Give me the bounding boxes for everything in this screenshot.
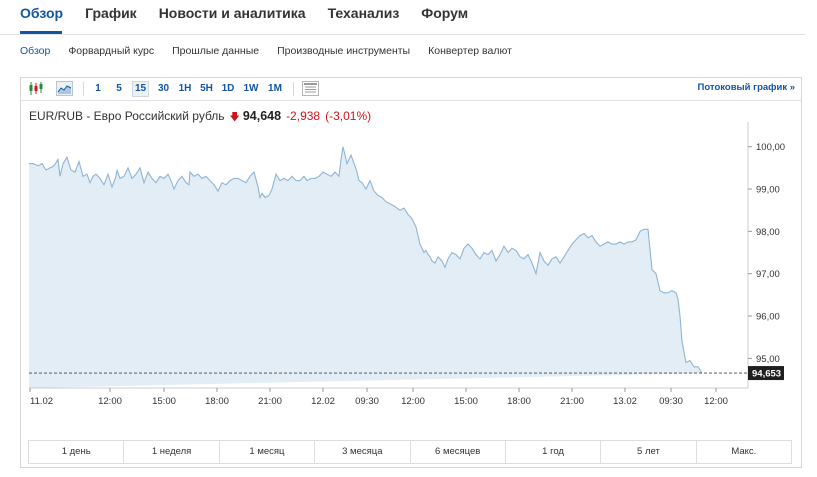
y-tick-label: 97,00: [756, 269, 780, 280]
range-1-day[interactable]: 1 день: [29, 441, 125, 463]
range-max[interactable]: Макс.: [697, 441, 791, 463]
x-tick-label: 11.02: [30, 396, 53, 407]
x-tick-label: 15:00: [454, 396, 478, 407]
range-6-months[interactable]: 6 месяцев: [411, 441, 506, 463]
x-tick-label: 13.02: [613, 396, 637, 407]
tabs-divider: [0, 34, 805, 35]
area-fill: [29, 146, 702, 388]
x-tick-label: 12.02: [311, 396, 335, 407]
x-tick-label: 12:00: [401, 396, 425, 407]
price-chart[interactable]: Investing.com100,0099,0098,0097,0096,009…: [21, 78, 801, 438]
tab-forum[interactable]: Форум: [421, 4, 468, 28]
range-selector: 1 день 1 неделя 1 месяц 3 месяца 6 месяц…: [28, 440, 792, 464]
subtab-historical-data[interactable]: Прошлые данные: [172, 45, 259, 57]
y-tick-label: 95,00: [756, 354, 780, 365]
x-tick-label: 12:00: [704, 396, 728, 407]
x-tick-label: 18:00: [205, 396, 229, 407]
subtab-derivatives[interactable]: Производные инструменты: [277, 45, 410, 57]
tab-news-analysis[interactable]: Новости и аналитика: [159, 4, 306, 28]
range-5-years[interactable]: 5 лет: [601, 441, 697, 463]
range-1-year[interactable]: 1 год: [506, 441, 602, 463]
subtab-forward-rate[interactable]: Форвардный курс: [68, 45, 154, 57]
y-tick-label: 99,00: [756, 185, 780, 196]
range-1-week[interactable]: 1 неделя: [124, 441, 220, 463]
main-tabs: Обзор График Новости и аналитика Теханал…: [20, 4, 468, 28]
chart-widget: 1 5 15 30 1H 5H 1D 1W 1M Потоковый графи…: [20, 77, 802, 468]
subtab-currency-converter[interactable]: Конвертер валют: [428, 45, 512, 57]
last-value-label: 94,653: [752, 369, 781, 380]
x-tick-label: 21:00: [560, 396, 584, 407]
x-tick-label: 09:30: [659, 396, 683, 407]
x-tick-label: 15:00: [152, 396, 176, 407]
subtab-overview[interactable]: Обзор: [20, 45, 50, 57]
x-tick-label: 21:00: [258, 396, 282, 407]
tab-chart[interactable]: График: [85, 4, 137, 28]
range-3-months[interactable]: 3 месяца: [315, 441, 411, 463]
y-tick-label: 100,00: [756, 142, 785, 153]
x-tick-label: 09:30: [355, 396, 379, 407]
sub-tabs: Обзор Форвардный курс Прошлые данные Про…: [20, 45, 512, 57]
x-tick-label: 12:00: [98, 396, 122, 407]
y-tick-label: 98,00: [756, 227, 780, 238]
tab-technical[interactable]: Теханализ: [328, 4, 400, 28]
range-1-month[interactable]: 1 месяц: [220, 441, 316, 463]
y-tick-label: 96,00: [756, 312, 780, 323]
tab-overview[interactable]: Обзор: [20, 4, 63, 28]
x-tick-label: 18:00: [507, 396, 531, 407]
